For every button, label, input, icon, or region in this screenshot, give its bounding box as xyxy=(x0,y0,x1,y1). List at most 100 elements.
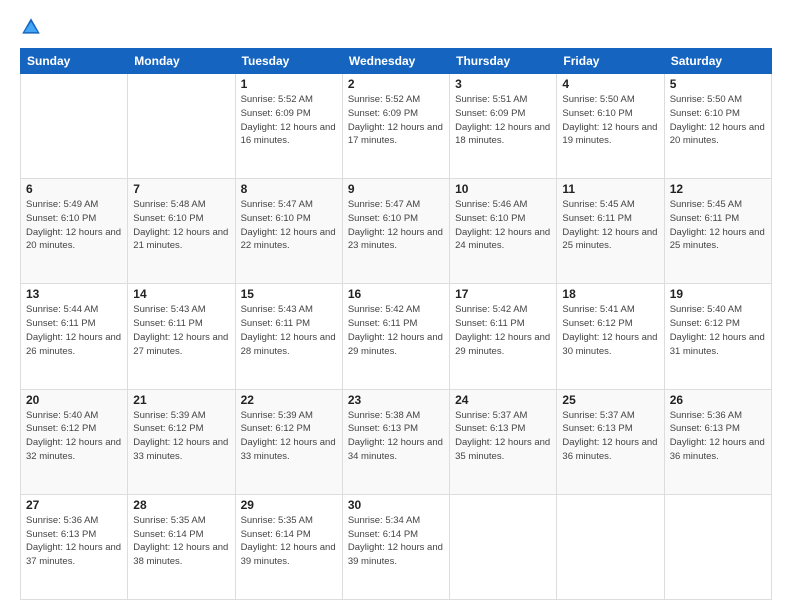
logo xyxy=(20,16,46,38)
calendar-cell: 15Sunrise: 5:43 AM Sunset: 6:11 PM Dayli… xyxy=(235,284,342,389)
calendar-cell: 5Sunrise: 5:50 AM Sunset: 6:10 PM Daylig… xyxy=(664,74,771,179)
calendar-cell xyxy=(664,494,771,599)
day-number: 9 xyxy=(348,182,444,196)
calendar-cell: 21 Sunrise: 5:39 AM Sunset: 6:12 PM Dayli… xyxy=(128,389,235,494)
day-number: 4 xyxy=(562,77,658,91)
calendar-cell: 16 Sunrise: 5:42 AM Sunset: 6:11 PM Dayli… xyxy=(342,284,449,389)
day-number: 24 xyxy=(455,393,551,407)
day-info: Sunrise: 5:39 AM Sunset: 6:12 PM Dayligh… xyxy=(133,409,229,464)
calendar-cell: 7 Sunrise: 5:48 AM Sunset: 6:10 PM Daylig… xyxy=(128,179,235,284)
day-info: Sunrise: 5:42 AM Sunset: 6:11 PM Dayligh… xyxy=(455,303,551,358)
day-info: Sunrise: 5:52 AM Sunset: 6:09 PM Dayligh… xyxy=(348,93,444,148)
weekday-header-sunday: Sunday xyxy=(21,49,128,74)
day-number: 1 xyxy=(241,77,337,91)
calendar-cell: 26 Sunrise: 5:36 AM Sunset: 6:13 PM Dayli… xyxy=(664,389,771,494)
calendar-cell: 29 Sunrise: 5:35 AM Sunset: 6:14 PM Dayli… xyxy=(235,494,342,599)
calendar-cell: 18 Sunrise: 5:41 AM Sunset: 6:12 PM Dayli… xyxy=(557,284,664,389)
day-number: 8 xyxy=(241,182,337,196)
day-number: 5 xyxy=(670,77,766,91)
day-info: Sunrise: 5:36 AM Sunset: 6:13 PM Dayligh… xyxy=(26,514,122,569)
day-number: 29 xyxy=(241,498,337,512)
day-number: 17 xyxy=(455,287,551,301)
day-info: Sunrise: 5:51 AM Sunset: 6:09 PM Dayligh… xyxy=(455,93,551,148)
day-number: 3 xyxy=(455,77,551,91)
calendar-week-5: 27 Sunrise: 5:36 AM Sunset: 6:13 PM Dayli… xyxy=(21,494,772,599)
day-info: Sunrise: 5:34 AM Sunset: 6:14 PM Dayligh… xyxy=(348,514,444,569)
day-number: 30 xyxy=(348,498,444,512)
day-info: Sunrise: 5:47 AM Sunset: 6:10 PM Dayligh… xyxy=(348,198,444,253)
calendar-cell: 3 Sunrise: 5:51 AM Sunset: 6:09 PM Daylig… xyxy=(450,74,557,179)
weekday-header-row: SundayMondayTuesdayWednesdayThursdayFrid… xyxy=(21,49,772,74)
weekday-header-friday: Friday xyxy=(557,49,664,74)
calendar-cell: 17 Sunrise: 5:42 AM Sunset: 6:11 PM Dayli… xyxy=(450,284,557,389)
weekday-header-thursday: Thursday xyxy=(450,49,557,74)
weekday-header-tuesday: Tuesday xyxy=(235,49,342,74)
calendar-cell: 6 Sunrise: 5:49 AM Sunset: 6:10 PM Daylig… xyxy=(21,179,128,284)
day-number: 7 xyxy=(133,182,229,196)
day-info: Sunrise: 5:49 AM Sunset: 6:10 PM Dayligh… xyxy=(26,198,122,253)
day-info: Sunrise: 5:45 AM Sunset: 6:11 PM Dayligh… xyxy=(670,198,766,253)
day-number: 23 xyxy=(348,393,444,407)
day-number: 6 xyxy=(26,182,122,196)
calendar-week-2: 6 Sunrise: 5:49 AM Sunset: 6:10 PM Daylig… xyxy=(21,179,772,284)
calendar-cell: 13Sunrise: 5:44 AM Sunset: 6:11 PM Dayli… xyxy=(21,284,128,389)
day-info: Sunrise: 5:50 AM Sunset: 6:10 PM Dayligh… xyxy=(562,93,658,148)
day-number: 10 xyxy=(455,182,551,196)
day-info: Sunrise: 5:42 AM Sunset: 6:11 PM Dayligh… xyxy=(348,303,444,358)
calendar-cell: 1 Sunrise: 5:52 AM Sunset: 6:09 PM Daylig… xyxy=(235,74,342,179)
day-info: Sunrise: 5:44 AM Sunset: 6:11 PM Dayligh… xyxy=(26,303,122,358)
day-info: Sunrise: 5:48 AM Sunset: 6:10 PM Dayligh… xyxy=(133,198,229,253)
day-number: 16 xyxy=(348,287,444,301)
day-info: Sunrise: 5:35 AM Sunset: 6:14 PM Dayligh… xyxy=(241,514,337,569)
day-info: Sunrise: 5:41 AM Sunset: 6:12 PM Dayligh… xyxy=(562,303,658,358)
calendar-cell: 11 Sunrise: 5:45 AM Sunset: 6:11 PM Dayli… xyxy=(557,179,664,284)
calendar-cell: 30 Sunrise: 5:34 AM Sunset: 6:14 PM Dayli… xyxy=(342,494,449,599)
day-number: 18 xyxy=(562,287,658,301)
day-number: 22 xyxy=(241,393,337,407)
day-number: 20 xyxy=(26,393,122,407)
day-number: 14 xyxy=(133,287,229,301)
calendar-cell: 24 Sunrise: 5:37 AM Sunset: 6:13 PM Dayli… xyxy=(450,389,557,494)
page: SundayMondayTuesdayWednesdayThursdayFrid… xyxy=(0,0,792,612)
calendar-cell xyxy=(450,494,557,599)
logo-icon xyxy=(20,16,42,38)
calendar-cell xyxy=(557,494,664,599)
calendar-cell: 20 Sunrise: 5:40 AM Sunset: 6:12 PM Dayli… xyxy=(21,389,128,494)
calendar-cell: 2Sunrise: 5:52 AM Sunset: 6:09 PM Daylig… xyxy=(342,74,449,179)
day-info: Sunrise: 5:52 AM Sunset: 6:09 PM Dayligh… xyxy=(241,93,337,148)
calendar-cell: 22 Sunrise: 5:39 AM Sunset: 6:12 PM Dayli… xyxy=(235,389,342,494)
day-info: Sunrise: 5:47 AM Sunset: 6:10 PM Dayligh… xyxy=(241,198,337,253)
day-info: Sunrise: 5:43 AM Sunset: 6:11 PM Dayligh… xyxy=(133,303,229,358)
day-number: 12 xyxy=(670,182,766,196)
day-info: Sunrise: 5:37 AM Sunset: 6:13 PM Dayligh… xyxy=(562,409,658,464)
day-info: Sunrise: 5:45 AM Sunset: 6:11 PM Dayligh… xyxy=(562,198,658,253)
day-number: 25 xyxy=(562,393,658,407)
header xyxy=(20,16,772,38)
day-info: Sunrise: 5:46 AM Sunset: 6:10 PM Dayligh… xyxy=(455,198,551,253)
day-number: 11 xyxy=(562,182,658,196)
calendar-week-1: 1 Sunrise: 5:52 AM Sunset: 6:09 PM Daylig… xyxy=(21,74,772,179)
calendar-table: SundayMondayTuesdayWednesdayThursdayFrid… xyxy=(20,48,772,600)
weekday-header-monday: Monday xyxy=(128,49,235,74)
day-info: Sunrise: 5:36 AM Sunset: 6:13 PM Dayligh… xyxy=(670,409,766,464)
calendar-cell: 19Sunrise: 5:40 AM Sunset: 6:12 PM Dayli… xyxy=(664,284,771,389)
calendar-cell: 10 Sunrise: 5:46 AM Sunset: 6:10 PM Dayli… xyxy=(450,179,557,284)
calendar-cell: 27 Sunrise: 5:36 AM Sunset: 6:13 PM Dayli… xyxy=(21,494,128,599)
calendar-cell: 4 Sunrise: 5:50 AM Sunset: 6:10 PM Daylig… xyxy=(557,74,664,179)
day-info: Sunrise: 5:37 AM Sunset: 6:13 PM Dayligh… xyxy=(455,409,551,464)
calendar-cell: 25 Sunrise: 5:37 AM Sunset: 6:13 PM Dayli… xyxy=(557,389,664,494)
calendar-cell: 12 Sunrise: 5:45 AM Sunset: 6:11 PM Dayli… xyxy=(664,179,771,284)
day-info: Sunrise: 5:39 AM Sunset: 6:12 PM Dayligh… xyxy=(241,409,337,464)
calendar-cell xyxy=(128,74,235,179)
weekday-header-saturday: Saturday xyxy=(664,49,771,74)
calendar-cell: 8 Sunrise: 5:47 AM Sunset: 6:10 PM Daylig… xyxy=(235,179,342,284)
day-number: 26 xyxy=(670,393,766,407)
calendar-cell: 28Sunrise: 5:35 AM Sunset: 6:14 PM Dayli… xyxy=(128,494,235,599)
calendar-cell: 23 Sunrise: 5:38 AM Sunset: 6:13 PM Dayli… xyxy=(342,389,449,494)
calendar-cell: 9 Sunrise: 5:47 AM Sunset: 6:10 PM Daylig… xyxy=(342,179,449,284)
day-info: Sunrise: 5:38 AM Sunset: 6:13 PM Dayligh… xyxy=(348,409,444,464)
day-info: Sunrise: 5:40 AM Sunset: 6:12 PM Dayligh… xyxy=(26,409,122,464)
calendar-cell: 14 Sunrise: 5:43 AM Sunset: 6:11 PM Dayli… xyxy=(128,284,235,389)
day-number: 21 xyxy=(133,393,229,407)
day-number: 27 xyxy=(26,498,122,512)
